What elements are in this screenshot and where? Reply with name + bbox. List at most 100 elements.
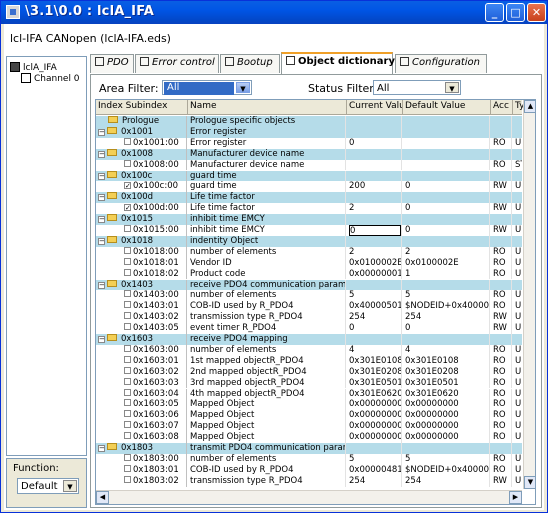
row-checkbox[interactable] [124,344,131,352]
object-group-row[interactable]: − 0x1001 Error register [96,126,522,138]
object-group-row[interactable]: − 0x1015 inhibit time EMCY [96,214,522,225]
chevron-down-icon[interactable]: ▼ [445,82,459,93]
collapse-icon[interactable]: − [98,216,105,224]
object-group-row[interactable]: Prologue Prologue specific objects [96,116,522,127]
area-filter-select[interactable]: All ▼ [162,80,252,95]
scroll-up-icon[interactable]: ▲ [524,100,535,113]
status-filter-select[interactable]: All ▼ [373,80,461,95]
tree-node-channel[interactable]: Channel 0 [21,73,80,84]
collapse-icon[interactable]: − [98,336,105,343]
current-value-cell[interactable]: 5 [347,453,402,465]
tab-pdo[interactable]: PDO [90,54,134,73]
current-value-cell[interactable] [347,443,402,454]
current-value-cell[interactable]: 0x00000001 [347,268,402,280]
row-checkbox[interactable] [124,323,131,331]
object-group-row[interactable]: − 0x1803 transmit PDO4 communication param… [96,443,522,454]
collapse-icon[interactable]: − [98,150,105,158]
row-checkbox[interactable] [124,388,131,396]
row-checkbox[interactable] [124,301,131,309]
horizontal-scrollbar[interactable]: ◀ ▶ [96,490,522,504]
tab-bootup[interactable]: Bootup [220,54,280,73]
current-value-cell[interactable]: 0x301E0501 [347,377,402,389]
row-checkbox[interactable] [124,268,131,276]
object-entry-row[interactable]: 0x1008:00 Manufacturer device name RO STRI [96,159,522,171]
object-entry-row[interactable]: 0x1603:02 2nd mapped objectR_PDO4 0x301E02… [96,366,522,378]
tree-node-device[interactable]: lclA_IFA [10,62,57,73]
object-group-row[interactable]: − 0x1008 Manufacturer device name [96,148,522,160]
tab-configuration[interactable]: Configuration [395,54,487,73]
minimize-button[interactable]: _ [485,3,504,22]
current-value-cell[interactable]: 0x00000000 [347,421,402,433]
object-entry-row[interactable]: 0x1018:00 number of elements 2 2 RO UI8 [96,246,522,258]
object-group-row[interactable]: − 0x100c guard time [96,170,522,182]
current-value-cell[interactable]: 0x0100002E [347,257,402,269]
current-value-cell[interactable] [347,148,402,160]
current-value-cell[interactable]: 0x00000000 [347,410,402,422]
object-entry-row[interactable]: ✓0x100c:00guard time2000RWUI16 [96,181,522,193]
object-entry-row[interactable]: 0x1603:05 Mapped Object 0x00000000 0x000000… [96,399,522,411]
object-entry-row[interactable]: 0x1018:01 Vendor ID 0x0100002E 0x0100002E RO… [96,257,522,269]
row-checkbox[interactable] [124,257,131,265]
collapse-icon[interactable]: − [98,194,105,202]
object-entry-row[interactable]: ✓0x100d:00Life time factor20RWUI8 [96,203,522,215]
row-checkbox[interactable] [124,159,131,167]
object-entry-row[interactable]: 0x1403:01 COB-ID used by R_PDO4 0x40000501… [96,301,522,313]
collapse-icon[interactable]: − [98,237,105,245]
object-group-row[interactable]: − 0x1603 receive PDO4 mapping [96,334,522,345]
current-value-cell[interactable]: 0 [347,323,402,334]
row-checkbox[interactable]: ✓ [124,204,131,212]
object-entry-row[interactable]: 0x1403:00 number of elements 5 5 RO UI8 [96,290,522,302]
current-value-cell[interactable]: 200 [347,181,402,193]
column-header-current-value[interactable]: Current Value [347,100,403,115]
row-checkbox[interactable] [124,410,131,418]
vertical-scrollbar[interactable]: ▲ ▼ [523,100,535,489]
column-header-name[interactable]: Name [188,100,347,115]
current-value-cell[interactable]: 2 [347,246,402,258]
collapse-icon[interactable]: − [98,172,105,180]
object-group-row[interactable]: − 0x1018 indentity Object [96,235,522,247]
row-checkbox[interactable] [124,312,131,320]
current-value-cell[interactable]: 254 [347,475,402,487]
current-value-cell[interactable] [347,235,402,247]
row-checkbox[interactable] [124,290,131,298]
current-value-cell[interactable] [347,192,402,204]
current-value-cell[interactable]: 254 [347,312,402,324]
object-entry-row[interactable]: 0x1603:08 Mapped Object 0x00000000 0x000000… [96,432,522,443]
row-checkbox[interactable] [124,432,131,440]
row-checkbox[interactable] [124,137,131,145]
object-entry-row[interactable]: 0x1403:05 event timer R_PDO4 0 0 RW UI16 [96,323,522,334]
row-checkbox[interactable] [124,453,131,461]
column-header-access[interactable]: Acc [491,100,513,115]
current-value-cell[interactable]: 0x301E0208 [347,366,402,378]
current-value-cell[interactable]: 0x301E0108 [347,355,402,367]
current-value-cell[interactable] [347,279,402,291]
row-checkbox[interactable] [124,475,131,483]
object-entry-row[interactable]: 0x1803:02 transmission type R_PDO4 254 254 R… [96,475,522,487]
close-button[interactable]: ✕ [527,3,546,22]
chevron-down-icon[interactable]: ▼ [63,480,77,492]
object-entry-row[interactable]: 0x1603:00 number of elements 4 4 RO UI8 [96,344,522,356]
row-checkbox[interactable] [124,225,131,232]
current-value-cell[interactable] [347,159,402,171]
tab-object-dictionary[interactable]: Object dictionary [281,52,395,74]
object-group-row[interactable]: − 0x100d Life time factor [96,192,522,204]
object-entry-row[interactable]: 0x1001:00 Error register 0 RO UI8 [96,137,522,149]
object-entry-row[interactable]: 0x1603:06 Mapped Object 0x00000000 0x000000… [96,410,522,422]
current-value-cell[interactable] [347,214,402,225]
column-header-default-value[interactable]: Default Value [403,100,491,115]
horizontal-scroll-thumb[interactable] [110,492,508,504]
scroll-right-icon[interactable]: ▶ [509,491,522,504]
current-value-cell[interactable] [347,334,402,345]
row-checkbox[interactable] [124,246,131,254]
current-value-cell[interactable] [347,170,402,182]
row-checkbox[interactable]: ✓ [124,182,131,190]
function-select[interactable]: Default ▼ [17,478,79,494]
current-value-cell[interactable] [347,116,402,127]
collapse-icon[interactable]: − [98,128,105,136]
current-value-cell[interactable]: 0x00000000 [347,432,402,443]
object-group-row[interactable]: − 0x1403 receive PDO4 communication parame… [96,279,522,291]
object-entry-row[interactable]: 0x1015:00 inhibit time EMCY 00 RW UI16 [96,225,522,236]
collapse-icon[interactable]: − [98,281,105,289]
row-checkbox[interactable] [124,399,131,407]
scroll-left-icon[interactable]: ◀ [96,491,109,504]
